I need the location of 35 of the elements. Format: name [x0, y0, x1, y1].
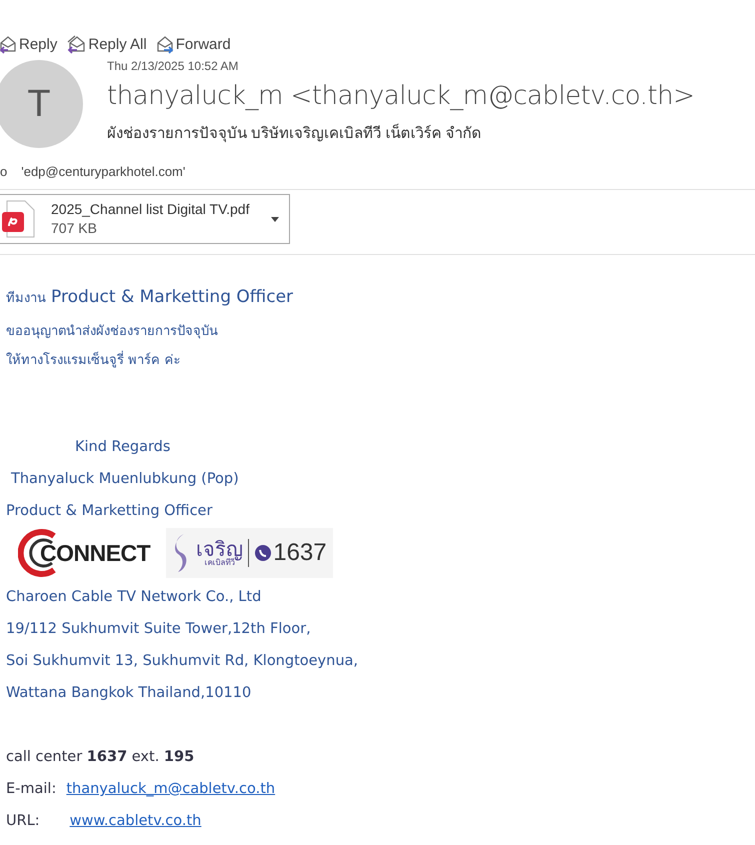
charoen-logo: เจริญ เคเบิลทีวี 1637	[166, 528, 333, 578]
address-text: Soi Sukhumvit 13, Sukhumvit Rd, Klongtoeynua,	[6, 652, 360, 671]
email-label: E-mail:	[6, 780, 56, 799]
call-center-text: call center 1637 ext. 195	[6, 748, 196, 767]
closing-text: Kind Regards	[74, 438, 172, 457]
signature-name: Thanyaluck Muenlubkung (Pop)	[10, 470, 240, 489]
date-text: Thu 2/13/2025 10:52 AM	[107, 59, 240, 73]
sender-text: thanyaluck_m <thanyaluck_m@cabletv.co.th>	[107, 81, 694, 111]
reply-all-button[interactable]: Reply All	[63, 33, 149, 55]
address-text: 19/112 Sukhumvit Suite Tower,12th Floor,	[6, 620, 312, 639]
greeting-text: ทีมงาน	[6, 290, 46, 308]
job-title: Product & Marketting Officer	[6, 502, 214, 521]
body-text: ขออนุญาตนำส่งผังช่องรายการปัจจุบัน	[6, 323, 219, 341]
file-name: 2025_Channel list Digital TV.pdf	[51, 200, 250, 219]
file-size: 707 KB	[51, 219, 98, 238]
team-name: Product & Marketting Officer	[51, 287, 294, 307]
address-text: Charoen Cable TV Network Co., Ltd	[6, 588, 262, 607]
to-label: o	[0, 164, 8, 179]
reply-icon	[0, 34, 18, 54]
email-link[interactable]: thanyaluck_m@cabletv.co.th	[66, 773, 276, 805]
reply-all-icon	[65, 34, 88, 54]
avatar: T	[0, 60, 83, 148]
pdf-file-icon	[1, 200, 35, 238]
recipient-text: 'edp@centuryparkhotel.com'	[21, 164, 186, 179]
forward-icon	[154, 34, 175, 54]
reply-button[interactable]: Reply	[0, 33, 60, 55]
body-text: ให้ทางโรงแรมเซ็นจูรี่ พาร์ค ค่ะ	[6, 346, 755, 375]
address-text: Wattana Bangkok Thailand,10110	[6, 684, 252, 703]
url-link[interactable]: www.cabletv.co.th	[70, 805, 202, 837]
attachment-item[interactable]: 2025_Channel list Digital TV.pdf 707 KB	[0, 194, 290, 244]
connect-logo: CONNECT	[18, 528, 150, 578]
subject-text: ผังช่องรายการปัจจุบัน บริษัทเจริญเคเบิลทีวี เน็ตเวิร์ค จำกัด	[107, 122, 483, 144]
caret-icon[interactable]	[271, 216, 279, 222]
url-label: URL:	[6, 812, 40, 831]
forward-button[interactable]: Forward	[152, 33, 233, 55]
